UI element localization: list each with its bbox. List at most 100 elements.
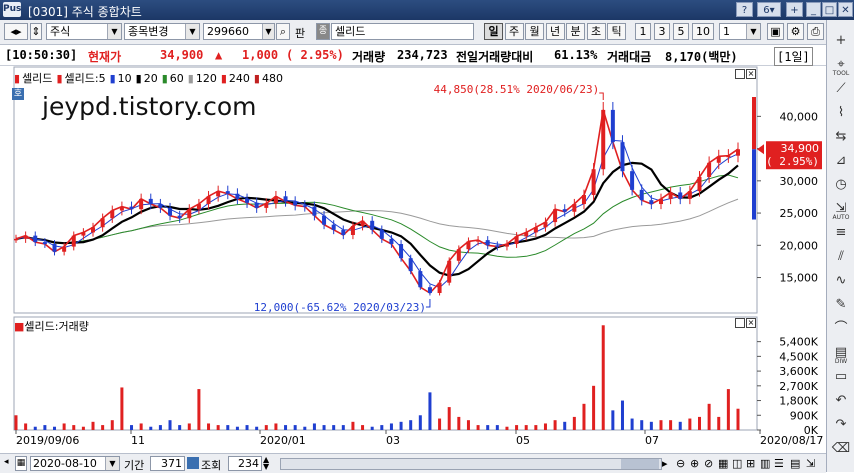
quote-bar: [10:50:30] 현재가 34,900 ▲ 1,000 ( 2.95%) 거… bbox=[0, 45, 826, 66]
candle-body bbox=[273, 196, 278, 204]
split-icon[interactable]: ◫ bbox=[732, 457, 742, 470]
line-chart-icon[interactable]: ⟋ bbox=[830, 78, 852, 100]
candles-icon[interactable]: ▥ bbox=[760, 457, 770, 470]
updown-icon[interactable]: ⇕ bbox=[30, 23, 42, 40]
candle-body bbox=[668, 192, 673, 199]
chevron-down-icon: ▼ bbox=[105, 457, 119, 470]
zoom-out-icon[interactable]: ⊖ bbox=[676, 457, 685, 470]
chart-area: 40,00035,00030,00025,00020,00015,00044,8… bbox=[13, 66, 823, 447]
quote-label: 현재가 bbox=[88, 50, 122, 64]
candle-body bbox=[119, 206, 124, 211]
settings-icon[interactable]: ⚙ bbox=[787, 23, 804, 40]
volume-bar bbox=[207, 423, 211, 430]
zoom-in-icon[interactable]: ⊕ bbox=[690, 457, 699, 470]
fibonacci-icon[interactable]: ≡ bbox=[830, 222, 852, 244]
volume-bar bbox=[226, 425, 230, 430]
compare-icon[interactable]: ⇆ bbox=[830, 126, 852, 148]
delete-icon[interactable]: ⌫ bbox=[830, 438, 852, 460]
layout-icon[interactable]: ⊞ bbox=[746, 457, 755, 470]
volume-bar bbox=[187, 423, 191, 430]
volume-panel-maximize-icon[interactable] bbox=[735, 318, 745, 328]
tab-number-button[interactable]: 6▾ bbox=[757, 2, 781, 17]
export-icon[interactable]: ⇲ bbox=[806, 457, 815, 470]
panel-maximize-icon[interactable] bbox=[735, 69, 745, 79]
volume-bar bbox=[81, 426, 85, 430]
scrollbar-thumb[interactable] bbox=[621, 459, 659, 469]
scroll-right-icon[interactable]: ▸ bbox=[662, 457, 668, 470]
grid-icon[interactable]: ▦ bbox=[718, 457, 728, 470]
panel-close-icon[interactable]: × bbox=[746, 69, 756, 79]
window-icon[interactable]: ▭ bbox=[830, 366, 852, 388]
legend-label: 240 bbox=[228, 72, 250, 85]
measure-icon[interactable]: ⊿ bbox=[830, 150, 852, 172]
interval-button-5[interactable]: 5 bbox=[673, 23, 689, 40]
volume-bar bbox=[130, 425, 134, 430]
period-button[interactable]: 분 bbox=[566, 23, 585, 40]
diw-icon[interactable]: ▤ DIW bbox=[830, 342, 852, 365]
maximize-button[interactable]: □ bbox=[822, 2, 837, 17]
stock-change-select[interactable]: 종목변경 ▼ bbox=[124, 23, 200, 40]
list-icon[interactable]: ☰ bbox=[774, 457, 784, 470]
period-button[interactable]: 초 bbox=[586, 23, 606, 40]
ma-5-line bbox=[15, 109, 739, 295]
period-button[interactable]: 틱 bbox=[607, 23, 626, 40]
wave-icon[interactable]: ∿ bbox=[830, 270, 852, 292]
query-icon[interactable] bbox=[187, 457, 199, 469]
auto-icon[interactable]: ⇲ AUTO bbox=[830, 198, 852, 221]
interval-button-3[interactable]: 3 bbox=[654, 23, 670, 40]
pencil-icon[interactable]: ✎ bbox=[830, 294, 852, 316]
ho-badge: 호 bbox=[12, 88, 24, 100]
brush-icon[interactable]: ⌒ bbox=[830, 318, 852, 340]
volume-bar bbox=[91, 421, 95, 430]
candle-body bbox=[370, 220, 375, 230]
undo-icon[interactable]: ↶ bbox=[830, 390, 852, 412]
stock-name-field[interactable]: 셀리드 bbox=[331, 23, 474, 40]
interval-select[interactable]: 1 ▼ bbox=[719, 23, 761, 40]
market-select[interactable]: 주식 ▼ bbox=[46, 23, 122, 40]
candle-body bbox=[206, 196, 211, 205]
volume-bar bbox=[620, 400, 624, 430]
period-input[interactable]: 371 bbox=[150, 456, 185, 471]
period-button[interactable]: 년 bbox=[545, 23, 565, 40]
search-icon[interactable]: ⌕ bbox=[276, 23, 290, 40]
scrollbar-track[interactable] bbox=[280, 458, 662, 470]
volume-panel-close-icon[interactable]: × bbox=[746, 318, 756, 328]
candle-body bbox=[302, 205, 307, 207]
interval-button-10[interactable]: 10 bbox=[692, 23, 714, 40]
diw-label: DIW bbox=[834, 358, 848, 365]
candle-body bbox=[42, 242, 47, 245]
period-button[interactable]: 일 bbox=[484, 23, 503, 40]
cycle-icon[interactable]: ◷ bbox=[830, 174, 852, 196]
chart-type-icon[interactable]: ▤ bbox=[790, 457, 800, 470]
ma-20-line bbox=[15, 161, 739, 277]
date-input[interactable]: 2020-08-10 ▼ bbox=[30, 456, 120, 471]
channel-icon[interactable]: ⫽ bbox=[830, 246, 852, 268]
crosshair-icon[interactable]: + bbox=[830, 30, 852, 52]
print-icon[interactable]: ⎙ bbox=[807, 23, 824, 40]
period-button[interactable]: 월 bbox=[525, 23, 544, 40]
stock-code-input[interactable]: 299660 ▼ bbox=[203, 23, 275, 40]
help-button[interactable]: ? bbox=[736, 2, 753, 17]
stock-type-badge: 종 bbox=[316, 23, 330, 40]
tool-icon[interactable]: ⌖ TOOL bbox=[830, 54, 852, 77]
zoom-reset-icon[interactable]: ⊘ bbox=[704, 457, 713, 470]
calendar-icon[interactable]: ▦ bbox=[15, 456, 27, 471]
query-input[interactable]: 234 bbox=[228, 456, 262, 471]
candle-body bbox=[562, 209, 567, 212]
period-button[interactable]: 주 bbox=[504, 23, 524, 40]
save-icon[interactable]: ▣ bbox=[767, 23, 784, 40]
title-bar: Pus [0301] 주식 종합차트 ? 6▾ + _ □ ✕ bbox=[0, 0, 854, 20]
minimize-button[interactable]: _ bbox=[806, 2, 821, 17]
pin-button[interactable]: + bbox=[786, 2, 803, 17]
trend-icon[interactable]: ⌇ bbox=[830, 102, 852, 124]
redo-icon[interactable]: ↷ bbox=[830, 414, 852, 436]
ma-60-line bbox=[15, 174, 739, 258]
scroll-left-icon[interactable]: ◂ bbox=[4, 457, 14, 469]
candle-body bbox=[553, 209, 558, 223]
prev-next-button[interactable]: ◂▸ bbox=[4, 23, 28, 40]
chevron-down-icon: ▼ bbox=[185, 24, 199, 39]
query-stepper[interactable]: ▲ ▼ bbox=[263, 456, 275, 471]
interval-button-1[interactable]: 1 bbox=[635, 23, 651, 40]
close-button[interactable]: ✕ bbox=[838, 2, 853, 17]
volume-bar bbox=[457, 416, 461, 430]
